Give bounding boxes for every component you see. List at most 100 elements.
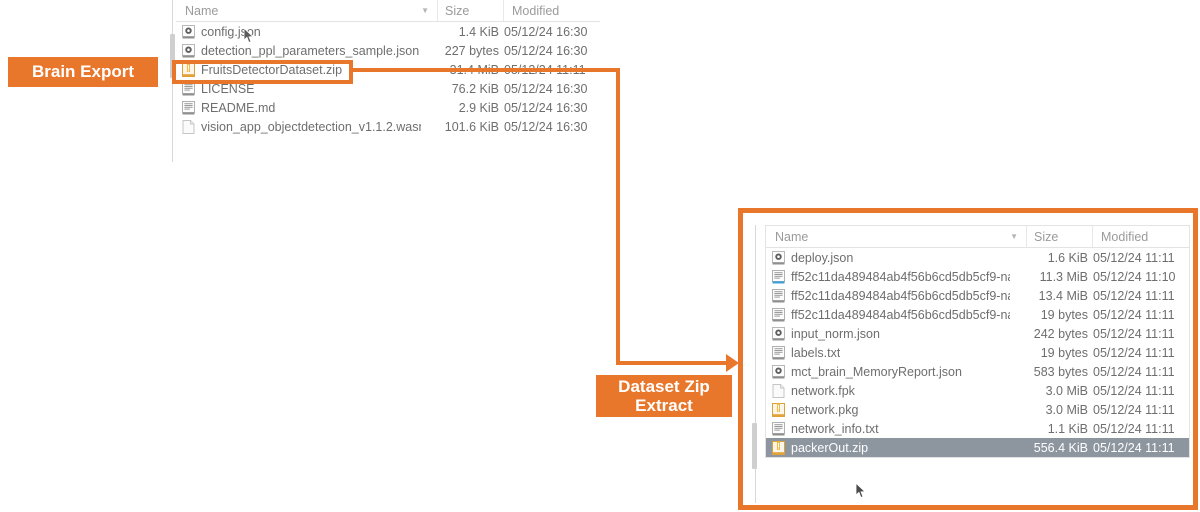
file-modified-cell: 05/12/24 11:11 [1093,402,1175,417]
sort-descending-caret-icon[interactable]: ▼ [421,6,429,15]
column-header-modified-label: Modified [1101,229,1149,244]
file-name-cell: input_norm.json [766,326,1010,341]
file-name-label: deploy.json [791,250,854,265]
file-size-cell: 101.6 KiB [444,119,499,134]
file-modified-cell: 05/12/24 11:11 [1093,421,1175,436]
file-size-cell: 1.6 KiB [1047,250,1088,265]
file-size-cell: 13.4 MiB [1038,288,1088,303]
file-name-cell: mct_brain_MemoryReport.json [766,364,1010,379]
zip-archive-icon [772,440,785,455]
connector-segment-horizontal-top [351,68,620,72]
file-name-cell: network.fpk [766,383,1010,398]
file-size-cell: 19 bytes [1040,345,1088,360]
file-name-cell: ff52c11da489484ab4f56b6cd5db5cf9-na... [766,269,1010,284]
file-modified-cell: 05/12/24 11:11 [1093,288,1175,303]
json-gear-icon [772,364,785,379]
file-name-label: labels.txt [791,345,841,360]
file-size-cell: 3.0 MiB [1045,402,1088,417]
file-row[interactable]: network.fpk 3.0 MiB 05/12/24 11:11 [766,381,1189,400]
column-header-name-label: Name [185,3,219,18]
file-row[interactable]: ff52c11da489484ab4f56b6cd5db5cf9-na... 11… [766,267,1189,286]
file-modified-cell: 05/12/24 16:30 [504,119,588,134]
connector-segment-vertical [616,68,620,365]
json-gear-icon [182,43,195,58]
file-modified-cell: 05/12/24 16:30 [504,43,588,58]
file-modified-cell: 05/12/24 16:30 [504,24,588,39]
file-name-cell: config.json [176,24,421,39]
file-name-cell: vision_app_objectdetection_v1.1.2.wasm [176,119,421,134]
file-size-cell: 242 bytes [1033,326,1088,341]
sort-descending-caret-icon[interactable]: ▼ [1010,232,1018,241]
dataset-zip-extract-panel: Name ▼ Size Modified deploy.json 1.6 KiB 0… [738,208,1198,510]
file-row[interactable]: mct_brain_MemoryReport.json 583 bytes 05/1… [766,362,1189,381]
file-name-label: network.pkg [791,402,859,417]
json-gear-icon [772,250,785,265]
file-size-cell: 11.3 MiB [1039,269,1088,284]
blank-document-icon [182,119,195,134]
blue-text-document-icon [772,269,785,284]
file-size-cell: 2.9 KiB [458,100,499,115]
file-row[interactable]: vision_app_objectdetection_v1.1.2.wasm 10… [176,117,600,136]
file-modified-cell: 05/12/24 11:10 [1093,269,1176,284]
file-name-label: ff52c11da489484ab4f56b6cd5db5cf9-na... [791,307,1010,322]
file-row[interactable]: input_norm.json 242 bytes 05/12/24 11:11 [766,324,1189,343]
file-row[interactable]: packerOut.zip 556.4 KiB 05/12/24 11:11 [766,438,1189,457]
column-header-name[interactable]: Name ▼ [766,226,1027,247]
zip-list-rows: deploy.json 1.6 KiB 05/12/24 11:11 ff52c11d… [765,248,1190,458]
annotation-brain-export: Brain Export [8,57,158,87]
file-name-label: network_info.txt [791,421,879,436]
json-gear-icon [182,24,195,39]
file-name-cell: packerOut.zip [766,440,1010,455]
file-row[interactable]: network.pkg 3.0 MiB 05/12/24 11:11 [766,400,1189,419]
zip-panel-scrollbar-thumb[interactable] [752,423,757,469]
column-header-name-label: Name [775,229,809,244]
file-row[interactable]: ff52c11da489484ab4f56b6cd5db5cf9-na... 13… [766,286,1189,305]
annotation-brain-export-label: Brain Export [31,62,135,82]
file-name-label: detection_ppl_parameters_sample.json [201,43,420,58]
file-name-label: README.md [201,100,276,115]
file-name-label: vision_app_objectdetection_v1.1.2.wasm [201,119,421,134]
column-header-modified[interactable]: Modified [504,0,600,21]
column-header-size[interactable]: Size [438,0,504,21]
column-header-name[interactable]: Name ▼ [176,0,438,21]
file-size-cell: 1.4 KiB [458,24,499,39]
file-row[interactable]: detection_ppl_parameters_sample.json 227 … [176,41,600,60]
zip-list-header: Name ▼ Size Modified [765,225,1190,248]
file-row[interactable]: config.json 1.4 KiB 05/12/24 16:30 [176,22,600,41]
file-name-label: packerOut.zip [791,440,869,455]
dataset-zip-extract-file-list: Name ▼ Size Modified deploy.json 1.6 KiB 0… [765,225,1190,458]
text-document-icon [772,288,785,303]
file-modified-cell: 05/12/24 11:11 [1093,383,1175,398]
mouse-cursor-icon [856,483,866,499]
brain-list-header: Name ▼ Size Modified [176,0,600,22]
text-document-icon [772,307,785,322]
file-name-label: input_norm.json [791,326,880,341]
file-name-cell: README.md [176,100,421,115]
file-size-cell: 1.1 KiB [1047,421,1088,436]
file-name-cell: detection_ppl_parameters_sample.json [176,43,421,58]
file-size-cell: 3.0 MiB [1045,383,1088,398]
file-row[interactable]: README.md 2.9 KiB 05/12/24 16:30 [176,98,600,117]
blank-document-icon [772,383,785,398]
file-size-cell: 583 bytes [1033,364,1088,379]
file-name-label: mct_brain_MemoryReport.json [791,364,962,379]
file-name-label: config.json [201,24,261,39]
file-name-cell: network_info.txt [766,421,1010,436]
file-row[interactable]: network_info.txt 1.1 KiB 05/12/24 11:11 [766,419,1189,438]
column-header-size[interactable]: Size [1027,226,1093,247]
file-size-cell: 227 bytes [444,43,499,58]
highlight-box-fruits-dataset-zip [172,60,353,84]
file-name-cell: labels.txt [766,345,1010,360]
annotation-dataset-zip-extract: Dataset Zip Extract [596,375,732,417]
file-row[interactable]: ff52c11da489484ab4f56b6cd5db5cf9-na... 19… [766,305,1189,324]
text-document-icon [772,421,785,436]
column-header-modified[interactable]: Modified [1093,226,1189,247]
json-gear-icon [772,326,785,341]
file-row[interactable]: deploy.json 1.6 KiB 05/12/24 11:11 [766,248,1189,267]
connector-segment-horizontal-bottom [616,361,729,365]
file-row[interactable]: labels.txt 19 bytes 05/12/24 11:11 [766,343,1189,362]
file-modified-cell: 05/12/24 11:11 [1093,326,1175,341]
file-modified-cell: 05/12/24 11:11 [1093,307,1175,322]
file-name-cell: ff52c11da489484ab4f56b6cd5db5cf9-na... [766,307,1010,322]
text-document-icon [182,100,195,115]
